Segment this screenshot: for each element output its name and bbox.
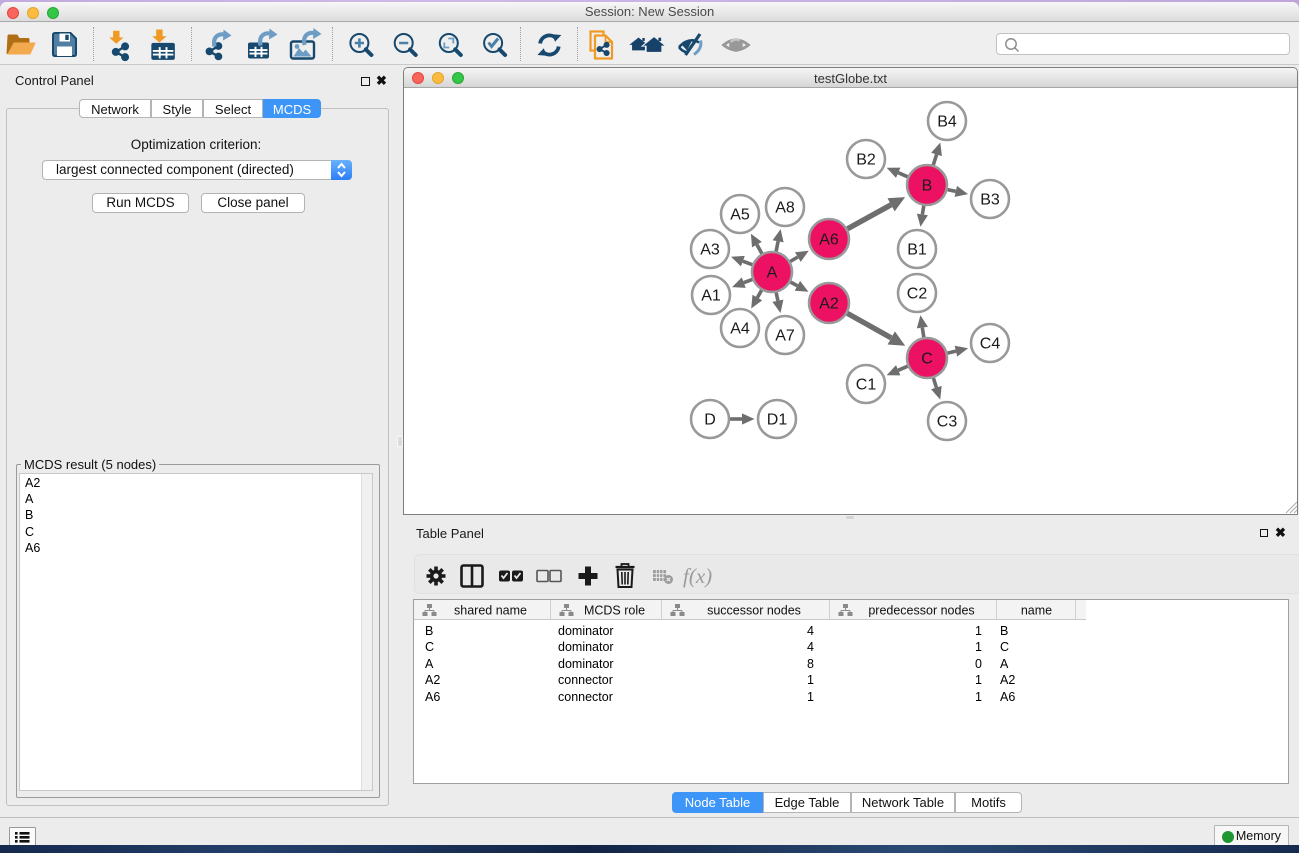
svg-text:shared name: shared name <box>454 604 527 618</box>
svg-text:D1: D1 <box>767 412 788 429</box>
svg-text:B2: B2 <box>856 152 876 169</box>
svg-text:A2: A2 <box>819 296 839 313</box>
svg-text:A: A <box>767 265 778 282</box>
svg-text:A3: A3 <box>700 242 720 259</box>
svg-text:B3: B3 <box>980 192 1000 209</box>
svg-text:A5: A5 <box>730 207 750 224</box>
svg-text:f(x): f(x) <box>683 564 712 588</box>
svg-text:A8: A8 <box>775 200 795 217</box>
svg-text:C: C <box>921 351 933 368</box>
svg-text:A7: A7 <box>775 328 795 345</box>
svg-text:B4: B4 <box>937 114 957 131</box>
svg-text:C4: C4 <box>980 336 1001 353</box>
svg-text:A6: A6 <box>819 232 839 249</box>
svg-text:B: B <box>922 178 933 195</box>
svg-text:A1: A1 <box>701 288 721 305</box>
svg-text:A4: A4 <box>730 321 750 338</box>
svg-text:C2: C2 <box>907 286 928 303</box>
svg-text:predecessor nodes: predecessor nodes <box>868 604 974 618</box>
svg-text:MCDS role: MCDS role <box>584 604 645 618</box>
svg-text:name: name <box>1021 604 1052 618</box>
svg-text:D: D <box>704 412 716 429</box>
svg-text:C1: C1 <box>856 377 877 394</box>
svg-text:C3: C3 <box>937 414 958 431</box>
svg-text:B1: B1 <box>907 242 927 259</box>
svg-text:successor nodes: successor nodes <box>707 604 801 618</box>
